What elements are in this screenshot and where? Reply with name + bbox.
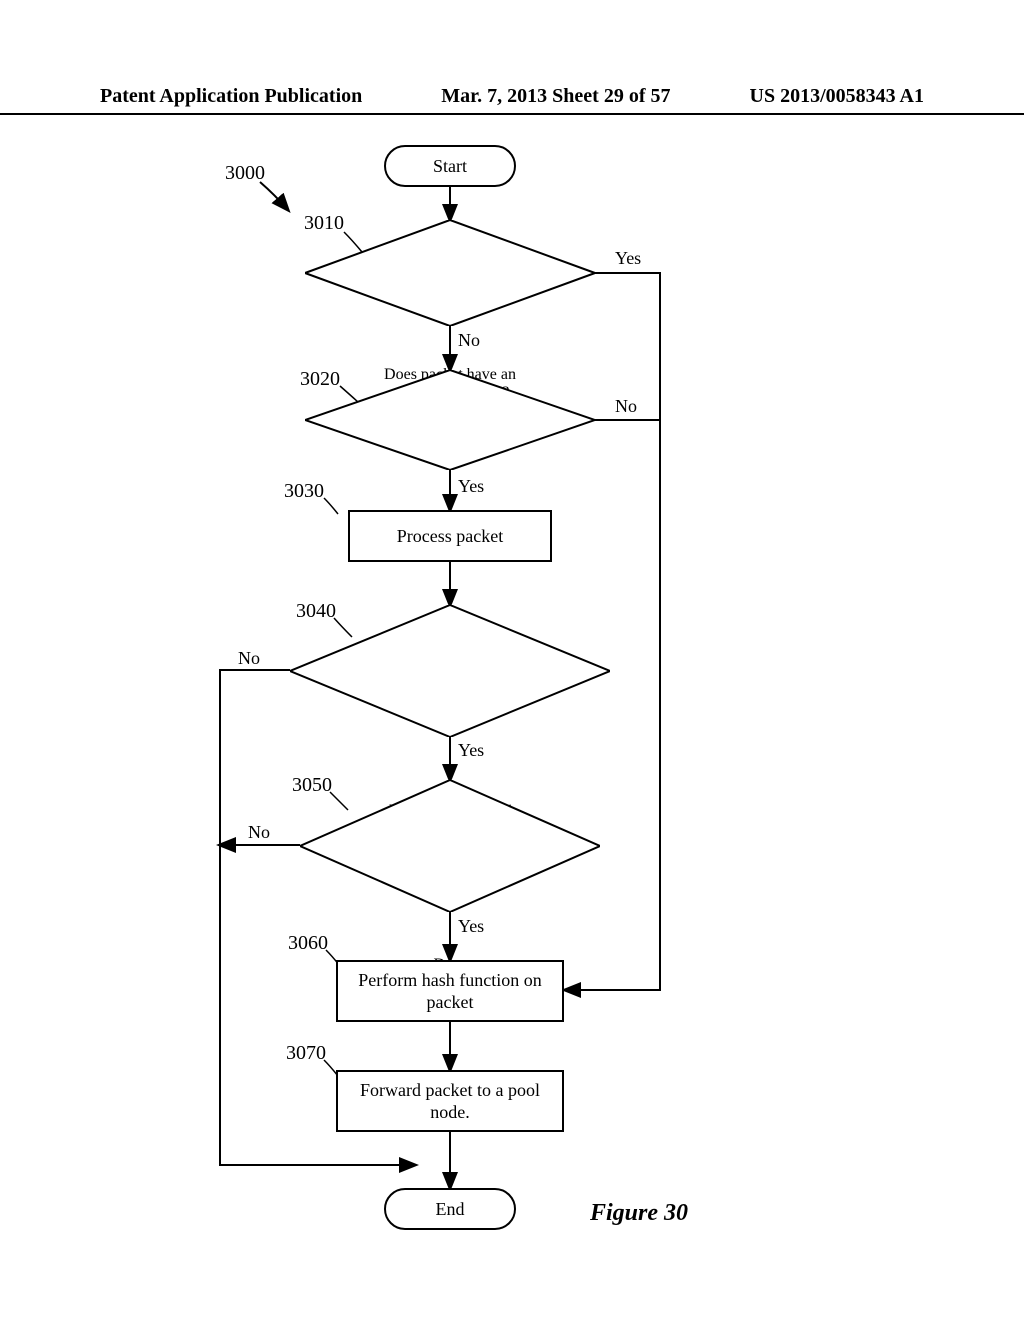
ref-3060: 3060	[288, 932, 328, 955]
edge-3020-no: No	[615, 396, 637, 417]
process-3070-text: Forward packet to a pool node.	[360, 1079, 540, 1124]
edge-3040-no: No	[238, 648, 260, 669]
terminator-end: End	[384, 1188, 516, 1230]
process-3060-text: Perform hash function on packet	[358, 969, 541, 1014]
process-3030: Process packet	[348, 510, 552, 562]
decision-3020: Can packet be processed?	[305, 370, 595, 470]
figure-caption: Figure 30	[590, 1200, 688, 1227]
ref-3070: 3070	[286, 1042, 326, 1065]
process-3070: Forward packet to a pool node.	[336, 1070, 564, 1132]
edge-3050-yes: Yes	[458, 916, 484, 937]
header-center: Mar. 7, 2013 Sheet 29 of 57	[441, 85, 670, 108]
ref-3050: 3050	[292, 774, 332, 797]
start-label: Start	[433, 155, 467, 178]
ref-3010: 3010	[304, 212, 344, 235]
ref-3000: 3000	[225, 162, 265, 185]
decision-3050: Does packet need further processing?	[300, 780, 600, 912]
edge-3050-no: No	[248, 822, 270, 843]
header-right: US 2013/0058343 A1	[750, 85, 924, 108]
edge-3020-yes: Yes	[458, 476, 484, 497]
end-label: End	[436, 1198, 465, 1221]
edge-3010-no: No	[458, 330, 480, 351]
process-3030-text: Process packet	[397, 525, 503, 548]
ref-3040: 3040	[296, 600, 336, 623]
ref-3030: 3030	[284, 480, 324, 503]
edge-3040-yes: Yes	[458, 740, 484, 761]
header-left: Patent Application Publication	[100, 85, 362, 108]
ref-3020: 3020	[300, 368, 340, 391]
decision-3010: Does packet have an unknown DMAC?	[305, 220, 595, 326]
page-header: Patent Application Publication Mar. 7, 2…	[0, 85, 1024, 115]
edge-3010-yes: Yes	[615, 248, 641, 269]
flowchart-diagram: Start Does packet have an unknown DMAC? …	[0, 140, 1024, 1280]
process-3060: Perform hash function on packet	[336, 960, 564, 1022]
decision-3040: Is packet multicast or broadcast?	[290, 605, 610, 737]
terminator-start: Start	[384, 145, 516, 187]
